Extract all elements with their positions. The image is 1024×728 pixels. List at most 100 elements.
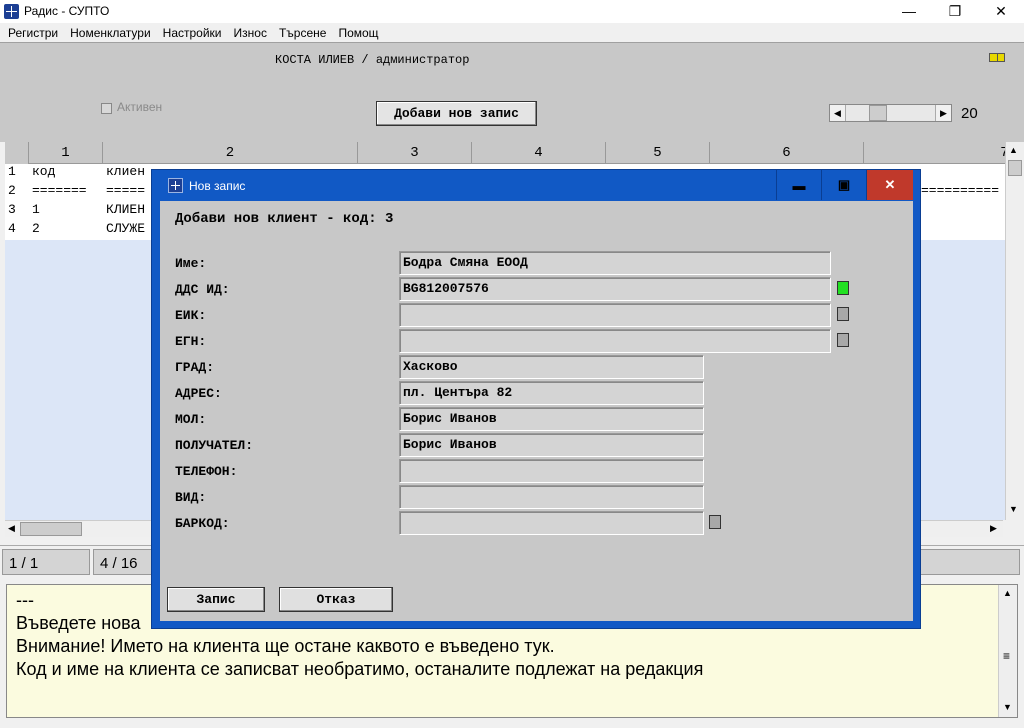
current-user-label: КОСТА ИЛИЕВ / администратор <box>275 53 470 67</box>
field-label-egn: ЕГН: <box>175 333 207 349</box>
field-label-phone: ТЕЛЕФОН: <box>175 463 238 479</box>
dialog-body: Добави нов клиент - код: 3 Име: Бодра См… <box>160 201 913 621</box>
dialog-compass-icon <box>168 178 183 193</box>
grid-vertical-scrollbar[interactable]: ▲ ▼ <box>1005 142 1024 520</box>
field-label-city: ГРАД: <box>175 359 215 375</box>
menu-search[interactable]: Търсене <box>273 26 332 40</box>
column-header[interactable]: 7 <box>864 142 1005 164</box>
dialog-close-button[interactable]: ✕ <box>866 170 913 200</box>
eik-input[interactable] <box>399 303 831 327</box>
phone-input[interactable] <box>399 459 704 483</box>
scroll-up-icon[interactable]: ▲ <box>1003 588 1012 598</box>
scroll-grip-icon[interactable]: ≡ <box>1003 649 1010 663</box>
menu-settings[interactable]: Настройки <box>157 26 228 40</box>
scroll-thumb[interactable] <box>20 522 82 536</box>
dialog-title: Нов запис <box>189 179 246 193</box>
page-size-slider[interactable]: ◀ ▶ <box>829 104 952 122</box>
vat-valid-indicator <box>837 281 849 295</box>
message-line: Код и име на клиента се записват необрат… <box>16 659 704 679</box>
address-input[interactable]: пл. Центъра 82 <box>399 381 704 405</box>
cell-client: СЛУЖЕ <box>106 221 146 236</box>
grid-corner <box>5 142 29 164</box>
cell-client: КЛИЕН <box>106 202 146 217</box>
minimize-icon: — <box>902 3 916 19</box>
type-input[interactable] <box>399 485 704 509</box>
menu-nomenclatures[interactable]: Номенклатури <box>64 26 157 40</box>
column-header[interactable]: 4 <box>472 142 606 164</box>
dialog-title-bar[interactable]: Нов запис ▬ ▣ ✕ <box>152 170 920 200</box>
scroll-right-icon[interactable]: ▶ <box>990 523 997 534</box>
minimize-icon: ▬ <box>792 177 806 193</box>
cell-code: код <box>32 164 56 179</box>
dialog-heading: Добави нов клиент - код: 3 <box>175 211 394 227</box>
scroll-left-icon[interactable]: ◀ <box>8 523 15 534</box>
save-button[interactable]: Запис <box>167 587 265 612</box>
status-indicator-icon <box>989 53 1005 62</box>
slider-left-arrow-icon[interactable]: ◀ <box>830 105 846 121</box>
row-number: 2 <box>8 183 16 198</box>
close-button[interactable]: ✕ <box>978 0 1024 22</box>
column-header[interactable]: 6 <box>710 142 864 164</box>
field-label-mol: МОЛ: <box>175 411 207 427</box>
scroll-down-icon[interactable]: ▼ <box>1003 702 1012 712</box>
field-label-type: ВИД: <box>175 489 207 505</box>
menu-wear[interactable]: Износ <box>228 26 273 40</box>
header-panel: КОСТА ИЛИЕВ / администратор Активен Доба… <box>0 42 1024 142</box>
field-label-address: АДРЕС: <box>175 385 222 401</box>
slider-right-arrow-icon[interactable]: ▶ <box>935 105 951 121</box>
rows-status: 4 / 16 <box>93 549 153 575</box>
message-line: Внимание! Името на клиента ще остане как… <box>16 636 555 656</box>
cell-client: ===== <box>106 183 146 198</box>
active-checkbox[interactable] <box>101 103 112 114</box>
window-title: Радис - СУПТО <box>24 4 110 18</box>
message-scrollbar[interactable]: ▲ ≡ ▼ <box>998 585 1017 717</box>
column-header[interactable]: 3 <box>358 142 472 164</box>
egn-indicator <box>837 333 849 347</box>
minimize-button[interactable]: — <box>886 0 932 22</box>
field-label-eik: ЕИК: <box>175 307 207 323</box>
field-label-barcode: БАРКОД: <box>175 515 230 531</box>
name-input[interactable]: Бодра Смяна ЕООД <box>399 251 831 275</box>
vat-input[interactable]: BG812007576 <box>399 277 831 301</box>
menu-bar: Регистри Номенклатури Настройки Износ Тъ… <box>0 23 1024 42</box>
cell-code: 1 <box>32 202 40 217</box>
close-icon: ✕ <box>995 2 1007 19</box>
row-number: 3 <box>8 202 16 217</box>
field-label-vat: ДДС ИД: <box>175 281 230 297</box>
extra-status <box>917 549 1020 575</box>
page-size-value: 20 <box>961 105 978 122</box>
column-header[interactable]: 1 <box>29 142 103 164</box>
eik-indicator <box>837 307 849 321</box>
cancel-button[interactable]: Отказ <box>279 587 393 612</box>
cell-code: ======= <box>32 183 87 198</box>
recipient-input[interactable]: Борис Иванов <box>399 433 704 457</box>
cell-client: клиен <box>106 164 146 179</box>
egn-input[interactable] <box>399 329 831 353</box>
slider-thumb[interactable] <box>869 105 887 121</box>
position-status: 1 / 1 <box>2 549 90 575</box>
mol-input[interactable]: Борис Иванов <box>399 407 704 431</box>
column-header[interactable]: 5 <box>606 142 710 164</box>
scroll-thumb[interactable] <box>1008 160 1022 176</box>
add-record-button[interactable]: Добави нов запис <box>376 101 537 126</box>
barcode-input[interactable] <box>399 511 704 535</box>
menu-help[interactable]: Помощ <box>332 26 384 40</box>
menu-registers[interactable]: Регистри <box>2 26 64 40</box>
column-header[interactable]: 2 <box>103 142 358 164</box>
row-number: 4 <box>8 221 16 236</box>
row-number: 1 <box>8 164 16 179</box>
restore-icon: ❐ <box>948 2 962 19</box>
field-label-name: Име: <box>175 255 207 271</box>
barcode-indicator <box>709 515 721 529</box>
restore-button[interactable]: ❐ <box>932 0 978 22</box>
maximize-icon: ▣ <box>837 177 851 192</box>
title-bar: Радис - СУПТО — ❐ ✕ <box>0 0 1024 23</box>
scroll-up-icon[interactable]: ▲ <box>1009 145 1018 155</box>
active-checkbox-label: Активен <box>117 100 163 114</box>
cell-code: 2 <box>32 221 40 236</box>
city-input[interactable]: Хасково <box>399 355 704 379</box>
scroll-down-icon[interactable]: ▼ <box>1009 504 1018 514</box>
dialog-minimize-button[interactable]: ▬ <box>776 170 821 200</box>
grid-header: 1 2 3 4 5 6 7 <box>5 142 1005 164</box>
dialog-maximize-button[interactable]: ▣ <box>821 170 866 200</box>
